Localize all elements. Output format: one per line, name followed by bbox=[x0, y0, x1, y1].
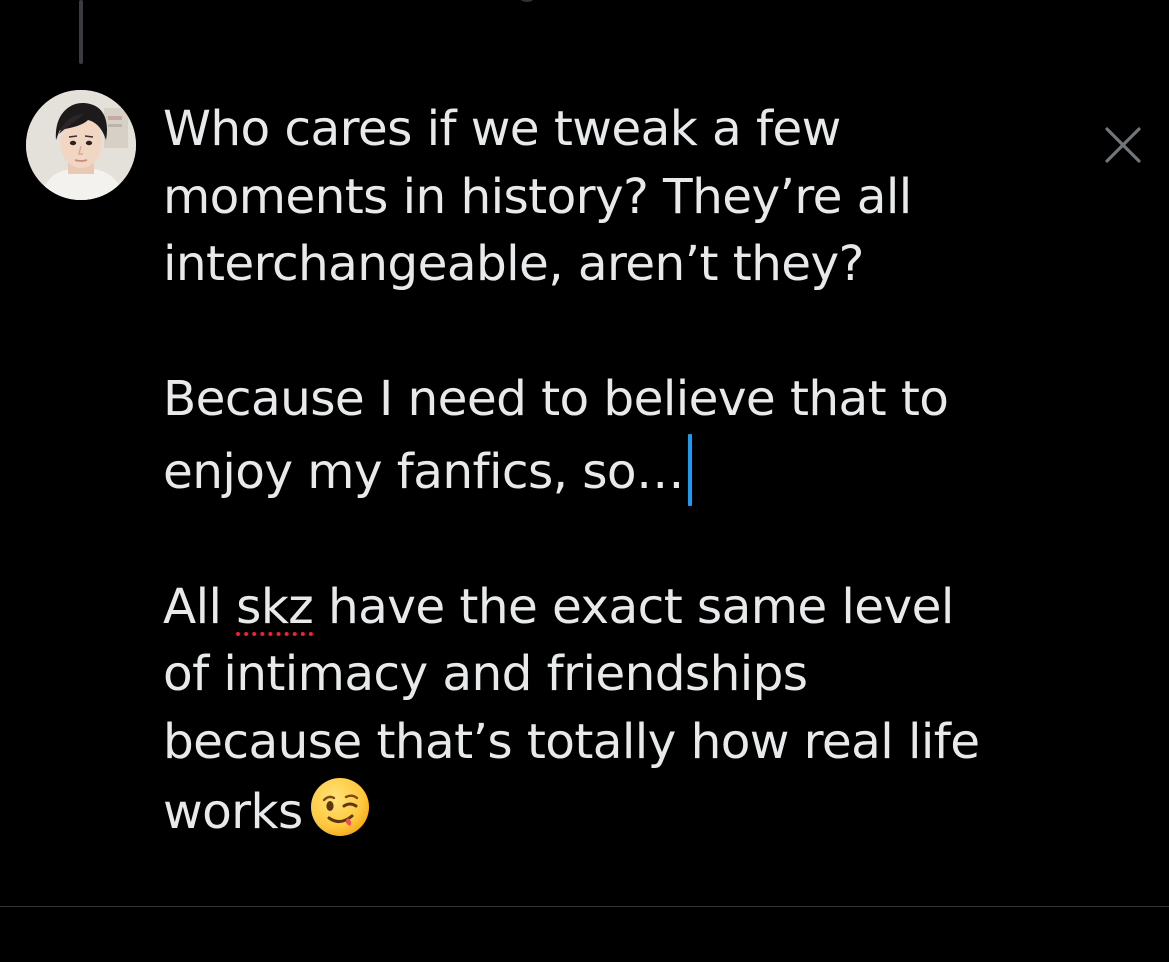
tweet-compose-textarea[interactable]: Who cares if we tweak a few moments in h… bbox=[163, 96, 1063, 847]
text-cursor bbox=[687, 433, 692, 506]
misspelled-word[interactable]: skz bbox=[236, 579, 314, 635]
text-line: works bbox=[163, 776, 1063, 847]
text-line: of intimacy and friendships bbox=[163, 646, 808, 702]
text-fragment: have the exact same level bbox=[313, 578, 954, 635]
text-line: enjoy my fanfics, so… bbox=[163, 433, 1063, 507]
avatar[interactable] bbox=[26, 90, 136, 200]
text-line: Who cares if we tweak a few bbox=[163, 101, 841, 157]
close-button[interactable] bbox=[1100, 122, 1146, 168]
text-line: interchangeable, aren’t they? bbox=[163, 236, 864, 292]
close-icon bbox=[1105, 127, 1141, 163]
top-indicator bbox=[520, 0, 534, 2]
text-fragment: enjoy my fanfics, so… bbox=[163, 443, 685, 500]
text-fragment: works bbox=[163, 784, 303, 840]
winking-face-icon bbox=[309, 776, 371, 838]
text-line: because that’s totally how real life bbox=[163, 713, 980, 770]
avatar-portrait-icon bbox=[26, 90, 136, 200]
text-line: Because I need to believe that to bbox=[163, 371, 949, 427]
thread-connector-line bbox=[79, 0, 83, 64]
bottom-divider bbox=[0, 906, 1169, 907]
text-fragment: All bbox=[163, 578, 237, 635]
text-line: All skz have the exact same level bbox=[163, 574, 1063, 642]
text-line: moments in history? They’re all bbox=[163, 168, 912, 225]
